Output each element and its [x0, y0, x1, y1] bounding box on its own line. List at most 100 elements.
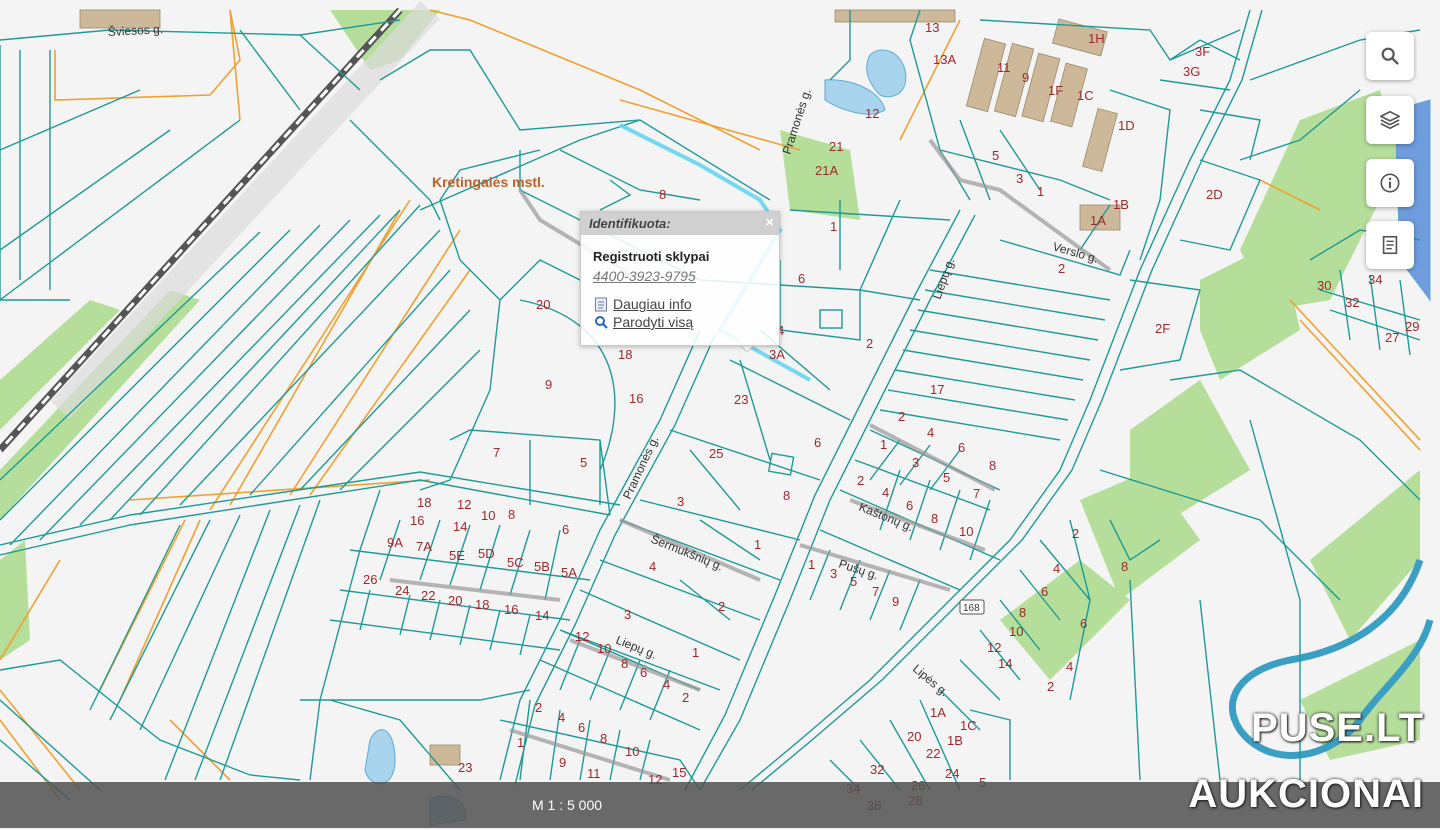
- document-icon: [595, 297, 607, 311]
- parcel-number: 4: [1066, 659, 1073, 674]
- parcel-number: 1: [692, 645, 699, 660]
- parcel-number: 6: [958, 440, 965, 455]
- parcel-number: 2: [535, 700, 542, 715]
- parcel-number: 32: [1345, 295, 1359, 310]
- parcel-number: 8: [783, 488, 790, 503]
- search-icon: [1381, 47, 1399, 65]
- parcel-number: 18: [417, 495, 431, 510]
- legend-button[interactable]: [1366, 221, 1414, 269]
- layers-button[interactable]: [1366, 96, 1414, 144]
- parcel-number: 15: [672, 765, 686, 780]
- parcel-number: 4: [649, 559, 656, 574]
- parcel-number: 5C: [507, 555, 524, 570]
- parcel-number: 8: [1019, 605, 1026, 620]
- parcel-number: 12: [987, 640, 1001, 655]
- parcel-number: 1A: [1090, 213, 1106, 228]
- parcel-number: 6: [640, 665, 647, 680]
- parcel-number: 1H: [1088, 31, 1105, 46]
- show-all-link[interactable]: Parodyti visą: [594, 314, 779, 330]
- parcel-number: 1: [754, 537, 761, 552]
- parcel-number: 3G: [1183, 64, 1200, 79]
- close-icon[interactable]: ×: [765, 214, 774, 231]
- more-info-label: Daugiau info: [613, 296, 692, 312]
- parcel-number: 1C: [1077, 88, 1094, 103]
- parcel-number: 8: [508, 507, 515, 522]
- parcel-number: 14: [998, 656, 1012, 671]
- parcel-number: 8: [659, 187, 666, 202]
- parcel-number: 3F: [1195, 44, 1210, 59]
- parcel-number: 5: [850, 574, 857, 589]
- parcel-number: 3: [1016, 171, 1023, 186]
- parcel-number: 2: [682, 690, 689, 705]
- parcel-number: 27: [1385, 330, 1399, 345]
- parcel-number: 5A: [561, 565, 577, 580]
- parcel-number: 16: [629, 391, 643, 406]
- parcel-number: 21A: [815, 163, 838, 178]
- parcel-number: 8: [600, 731, 607, 746]
- parcel-number: 12: [575, 629, 589, 644]
- parcel-number: 2: [857, 473, 864, 488]
- parcel-number: 2: [1058, 261, 1065, 276]
- search-button[interactable]: [1366, 32, 1414, 80]
- parcel-number: 26: [363, 572, 377, 587]
- parcel-number: 6: [1080, 616, 1087, 631]
- parcel-number: 11: [587, 766, 601, 781]
- parcel-number: 8: [621, 656, 628, 671]
- parcel-number: 5E: [449, 548, 465, 563]
- road-number: 168: [963, 603, 980, 614]
- parcel-number: 34: [1368, 272, 1382, 287]
- parcel-number: 10: [597, 641, 611, 656]
- parcel-number: 14: [535, 608, 549, 623]
- parcel-number: 6: [578, 720, 585, 735]
- scale-text: M 1 : 5 000: [532, 797, 603, 813]
- parcel-number: 2: [1047, 679, 1054, 694]
- parcel-number: 10: [625, 744, 639, 759]
- parcel-number: 8: [931, 511, 938, 526]
- parcel-number: 21: [829, 139, 843, 154]
- parcel-number: 9: [892, 594, 899, 609]
- parcel-number: 3: [677, 494, 684, 509]
- info-button[interactable]: [1366, 159, 1414, 207]
- parcel-number: 18: [618, 347, 632, 362]
- parcel-number: 6: [798, 271, 805, 286]
- parcel-number: 13: [925, 20, 939, 35]
- parcel-number: 7A: [416, 539, 432, 554]
- parcel-number: 6: [562, 522, 569, 537]
- parcel-number: 9A: [387, 535, 403, 550]
- parcel-number: 1F: [1048, 83, 1063, 98]
- parcel-number: 29: [1405, 319, 1419, 334]
- info-icon: [1380, 173, 1400, 193]
- parcel-number: 1D: [1118, 118, 1135, 133]
- parcel-number: 23: [734, 392, 748, 407]
- more-info-link[interactable]: Daugiau info: [594, 296, 779, 312]
- parcel-number: 10: [481, 508, 495, 523]
- parcel-number: 18: [475, 597, 489, 612]
- parcel-number: 9: [1022, 70, 1029, 85]
- parcel-number: 24: [945, 766, 959, 781]
- popup-header: Identifikuota:: [581, 212, 779, 235]
- parcel-number: 1A: [930, 705, 946, 720]
- parcel-number: 6: [906, 498, 913, 513]
- parcel-number: 24: [395, 583, 409, 598]
- parcel-number: 1: [517, 735, 524, 750]
- watermark-line-2: AUKCIONAI: [1188, 772, 1424, 816]
- parcel-number: 9: [545, 377, 552, 392]
- parcel-number: 1: [808, 557, 815, 572]
- parcel-number: 22: [421, 588, 435, 603]
- parcel-number: 7: [493, 445, 500, 460]
- parcel-number: 2: [1072, 526, 1079, 541]
- parcel-number: 2D: [1206, 187, 1223, 202]
- parcel-code-link[interactable]: 4400-3923-9795: [593, 268, 779, 284]
- parcel-number: 2: [718, 599, 725, 614]
- parcel-number: 10: [959, 524, 973, 539]
- parcel-number: 4: [882, 485, 889, 500]
- parcel-number: 3: [912, 455, 919, 470]
- parcel-number: 6: [814, 435, 821, 450]
- watermark-line-1: PUSE.LT: [1251, 706, 1424, 750]
- parcel-number: 9: [559, 755, 566, 770]
- parcel-number: 5: [580, 455, 587, 470]
- cadastral-map[interactable]: Kretingalės mstl. Šviesos g. Pramonės g.…: [0, 0, 1440, 830]
- parcel-number: 22: [926, 746, 940, 761]
- parcel-number: 12: [457, 497, 471, 512]
- parcel-number: 30: [1317, 278, 1331, 293]
